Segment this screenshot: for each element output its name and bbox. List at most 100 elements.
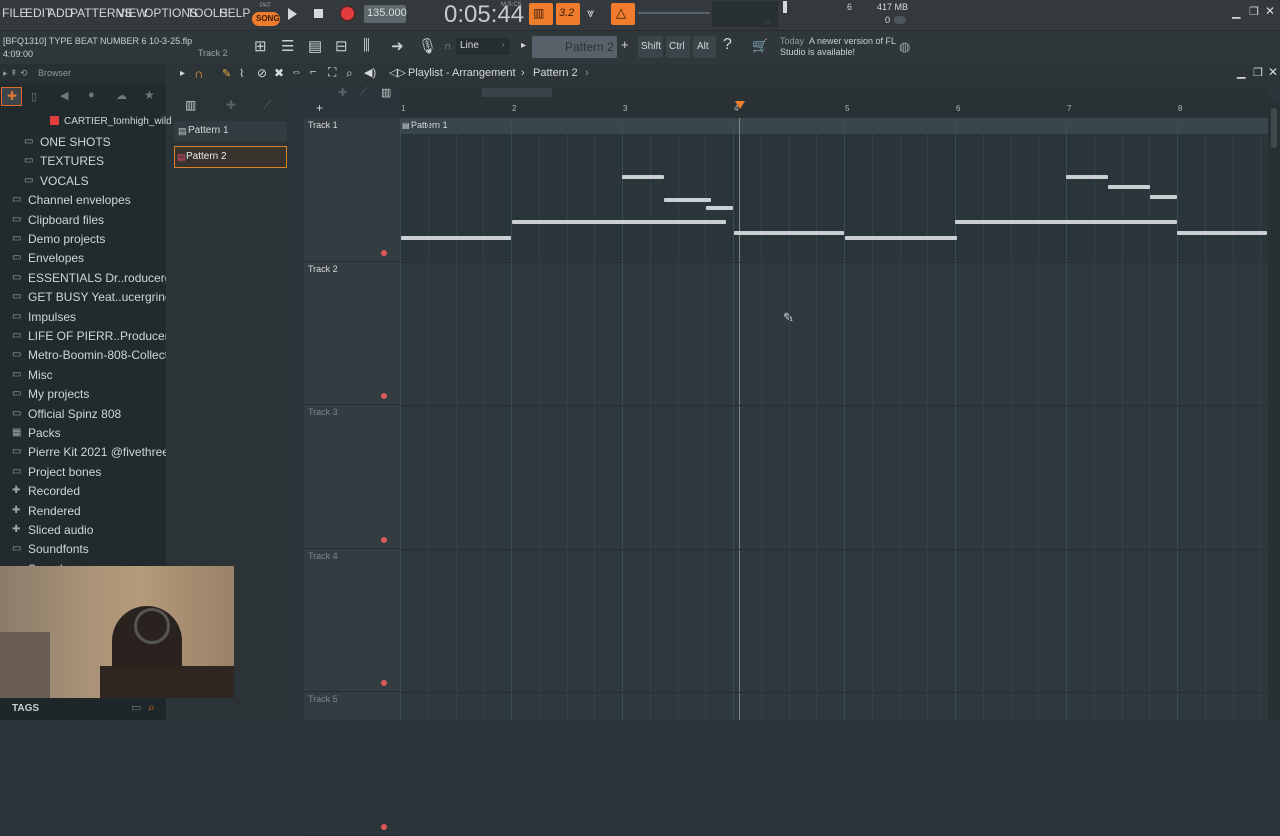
browser-item[interactable]: ▭ Envelopes xyxy=(0,249,166,268)
browser-item[interactable]: ✚ Rendered xyxy=(0,502,166,521)
pat-song-toggle[interactable]: PAT SONG xyxy=(252,3,280,27)
browser-item[interactable]: ▭ Clipboard files xyxy=(0,211,166,230)
browser-current-item[interactable]: CARTIER_tomhigh_wild xyxy=(0,113,172,132)
mixer-faders-icon[interactable]: ⫼ xyxy=(363,37,370,54)
browser-item[interactable]: ▭ Metro-Boomin-808-Collection xyxy=(0,346,166,365)
track-header[interactable]: Track 5 xyxy=(304,692,400,836)
play-icon[interactable] xyxy=(288,8,297,20)
browser-item[interactable]: ✚ Recorded xyxy=(0,482,166,501)
browser-item[interactable]: ▦ Packs xyxy=(0,424,166,443)
browser-item[interactable]: ▭ Soundfonts xyxy=(0,540,166,559)
typing-keyboard-button[interactable]: ▥ xyxy=(529,3,553,25)
playlist-menu-icon[interactable]: ▸ xyxy=(180,68,185,79)
menu-help[interactable]: HELP xyxy=(219,6,250,20)
browser-item[interactable]: ▭ VOCALS xyxy=(0,172,166,191)
minimize-icon[interactable]: ▁ xyxy=(1232,6,1240,19)
mute-tool-icon[interactable]: ⊘ xyxy=(257,66,267,80)
arrangement-grid[interactable]: ▤ Pattern 1 ✎ xyxy=(400,118,1268,720)
clip-header[interactable]: ▤ Pattern 1 xyxy=(400,118,1268,134)
playlist-current-pattern[interactable]: Pattern 2 xyxy=(533,67,578,79)
add-track-icon[interactable]: + xyxy=(316,101,323,115)
playlist-window-icon[interactable]: ⊞ xyxy=(254,37,267,55)
browser-all-button[interactable]: ✚ xyxy=(1,87,22,106)
slice-tool-icon[interactable]: ⌐ xyxy=(310,66,316,78)
vertical-scrollbar[interactable] xyxy=(1268,102,1280,720)
overview-edit-icon[interactable]: ⟋ xyxy=(360,86,368,99)
arrow-right-icon[interactable]: ▸ xyxy=(521,40,526,51)
browser-item[interactable]: ▭ LIFE OF PIERR..Producergrind) xyxy=(0,327,166,346)
blend-notes-button[interactable]: ⩔ xyxy=(584,3,608,25)
piano-roll-icon[interactable]: ▤ xyxy=(308,37,322,55)
playlist-overview[interactable] xyxy=(400,85,1268,101)
browser-item[interactable]: ▭ Channel envelopes xyxy=(0,191,166,210)
browser-item[interactable]: ▭ Project bones xyxy=(0,463,166,482)
track-header[interactable]: Track 3 xyxy=(304,405,400,549)
delete-tool-icon[interactable]: ✖ xyxy=(274,66,284,80)
monitor-settings-icon[interactable]: ◌ xyxy=(765,17,770,27)
playlist-restore-icon[interactable]: ❐ xyxy=(1253,66,1263,79)
globe-icon[interactable]: ◍ xyxy=(899,39,910,55)
record-icon[interactable] xyxy=(341,7,354,20)
magnet-icon[interactable]: ∩ xyxy=(194,66,203,81)
track-header[interactable]: Track 2 xyxy=(304,262,400,405)
speaker-icon[interactable]: ◀ xyxy=(60,89,68,102)
picker-edit-icon[interactable]: ⟋ xyxy=(263,98,271,113)
mixer-window-icon[interactable]: ⊟ xyxy=(335,37,348,55)
snap-select[interactable]: Line › xyxy=(456,38,510,55)
news-text[interactable]: A newer version of FL Studio is availabl… xyxy=(780,36,900,58)
cart-icon[interactable]: 🛒 xyxy=(752,38,768,54)
overview-piano-icon[interactable]: ▥ xyxy=(381,86,391,99)
playlist-close-icon[interactable]: ✕ xyxy=(1268,65,1278,79)
pencil-icon[interactable]: ✎ xyxy=(222,67,231,80)
browser-item[interactable]: ▭ ESSENTIALS Dr..roducergrind) xyxy=(0,269,166,288)
track-mute-led[interactable] xyxy=(381,823,387,830)
browser-item[interactable]: ▭ Pierre Kit 2021 @fivethreesosa xyxy=(0,443,166,462)
browser-item[interactable]: ✚ Sliced audio xyxy=(0,521,166,540)
browser-item[interactable]: ▭ Demo projects xyxy=(0,230,166,249)
select-tool-icon[interactable]: ⛶ xyxy=(328,65,336,80)
picker-add-icon[interactable]: ✚ xyxy=(226,98,236,112)
track-mute-led[interactable] xyxy=(381,536,387,543)
browser-item[interactable]: ▭ Misc xyxy=(0,366,166,385)
track-header[interactable]: Track 4 xyxy=(304,549,400,692)
search-icon[interactable]: ⌕ xyxy=(148,700,155,715)
clip-body[interactable] xyxy=(400,134,1268,261)
ctrl-key-button[interactable]: Ctrl xyxy=(666,36,690,58)
scroll-thumb[interactable] xyxy=(1271,108,1277,148)
metronome-button[interactable]: △ xyxy=(611,3,635,25)
star-icon[interactable]: ★ xyxy=(144,88,155,102)
menu-file[interactable]: FILE xyxy=(2,6,27,20)
pattern-selector[interactable]: Pattern 2 xyxy=(532,36,617,58)
browser-item[interactable]: ▭ Impulses xyxy=(0,308,166,327)
plugin-icon[interactable]: ● xyxy=(88,89,95,101)
picker-pattern-2[interactable]: ▤ Pattern 2 xyxy=(174,146,287,168)
stop-icon[interactable] xyxy=(314,9,323,18)
help-icon[interactable]: ? xyxy=(723,36,732,54)
shift-key-button[interactable]: Shift xyxy=(638,36,663,58)
folder-icon[interactable]: ▭ xyxy=(131,701,141,714)
alt-key-button[interactable]: Alt xyxy=(693,36,716,58)
track-mute-led[interactable] xyxy=(381,393,387,399)
close-icon[interactable]: ✕ xyxy=(1265,4,1275,18)
step-edit-button[interactable]: 3.2 xyxy=(556,3,580,25)
tempo-display[interactable]: 135.000 xyxy=(364,5,407,23)
add-pattern-icon[interactable]: + xyxy=(621,37,629,52)
overview-move-icon[interactable]: ✚ xyxy=(338,86,347,99)
zoom-tool-icon[interactable]: ⌕ xyxy=(346,66,353,81)
cloud-icon[interactable]: ☁ xyxy=(116,89,127,102)
channel-rack-icon[interactable]: ☰ xyxy=(281,37,294,55)
picker-piano-icon[interactable]: ▥ xyxy=(185,98,196,112)
track-header[interactable]: Track 1 xyxy=(304,118,400,262)
browser-item[interactable]: ▭ ONE SHOTS xyxy=(0,133,166,152)
plugin-picker-icon[interactable]: ➜ xyxy=(391,37,404,55)
files-icon[interactable]: ▯ xyxy=(31,90,37,103)
arrangement-arrows-icon[interactable]: ◁▷ xyxy=(389,66,406,79)
brush-icon[interactable]: ⌇ xyxy=(239,67,244,80)
restore-icon[interactable]: ❐ xyxy=(1249,5,1259,18)
tags-label[interactable]: TAGS xyxy=(12,703,39,714)
browser-item[interactable]: ▭ GET BUSY Yeat..ucergrind) (1) xyxy=(0,288,166,307)
browser-item[interactable]: ▭ TEXTURES xyxy=(0,152,166,171)
playback-tool-icon[interactable]: ◀) xyxy=(364,66,376,79)
master-pitch-slider[interactable] xyxy=(638,12,710,14)
playhead-marker[interactable] xyxy=(735,101,745,109)
